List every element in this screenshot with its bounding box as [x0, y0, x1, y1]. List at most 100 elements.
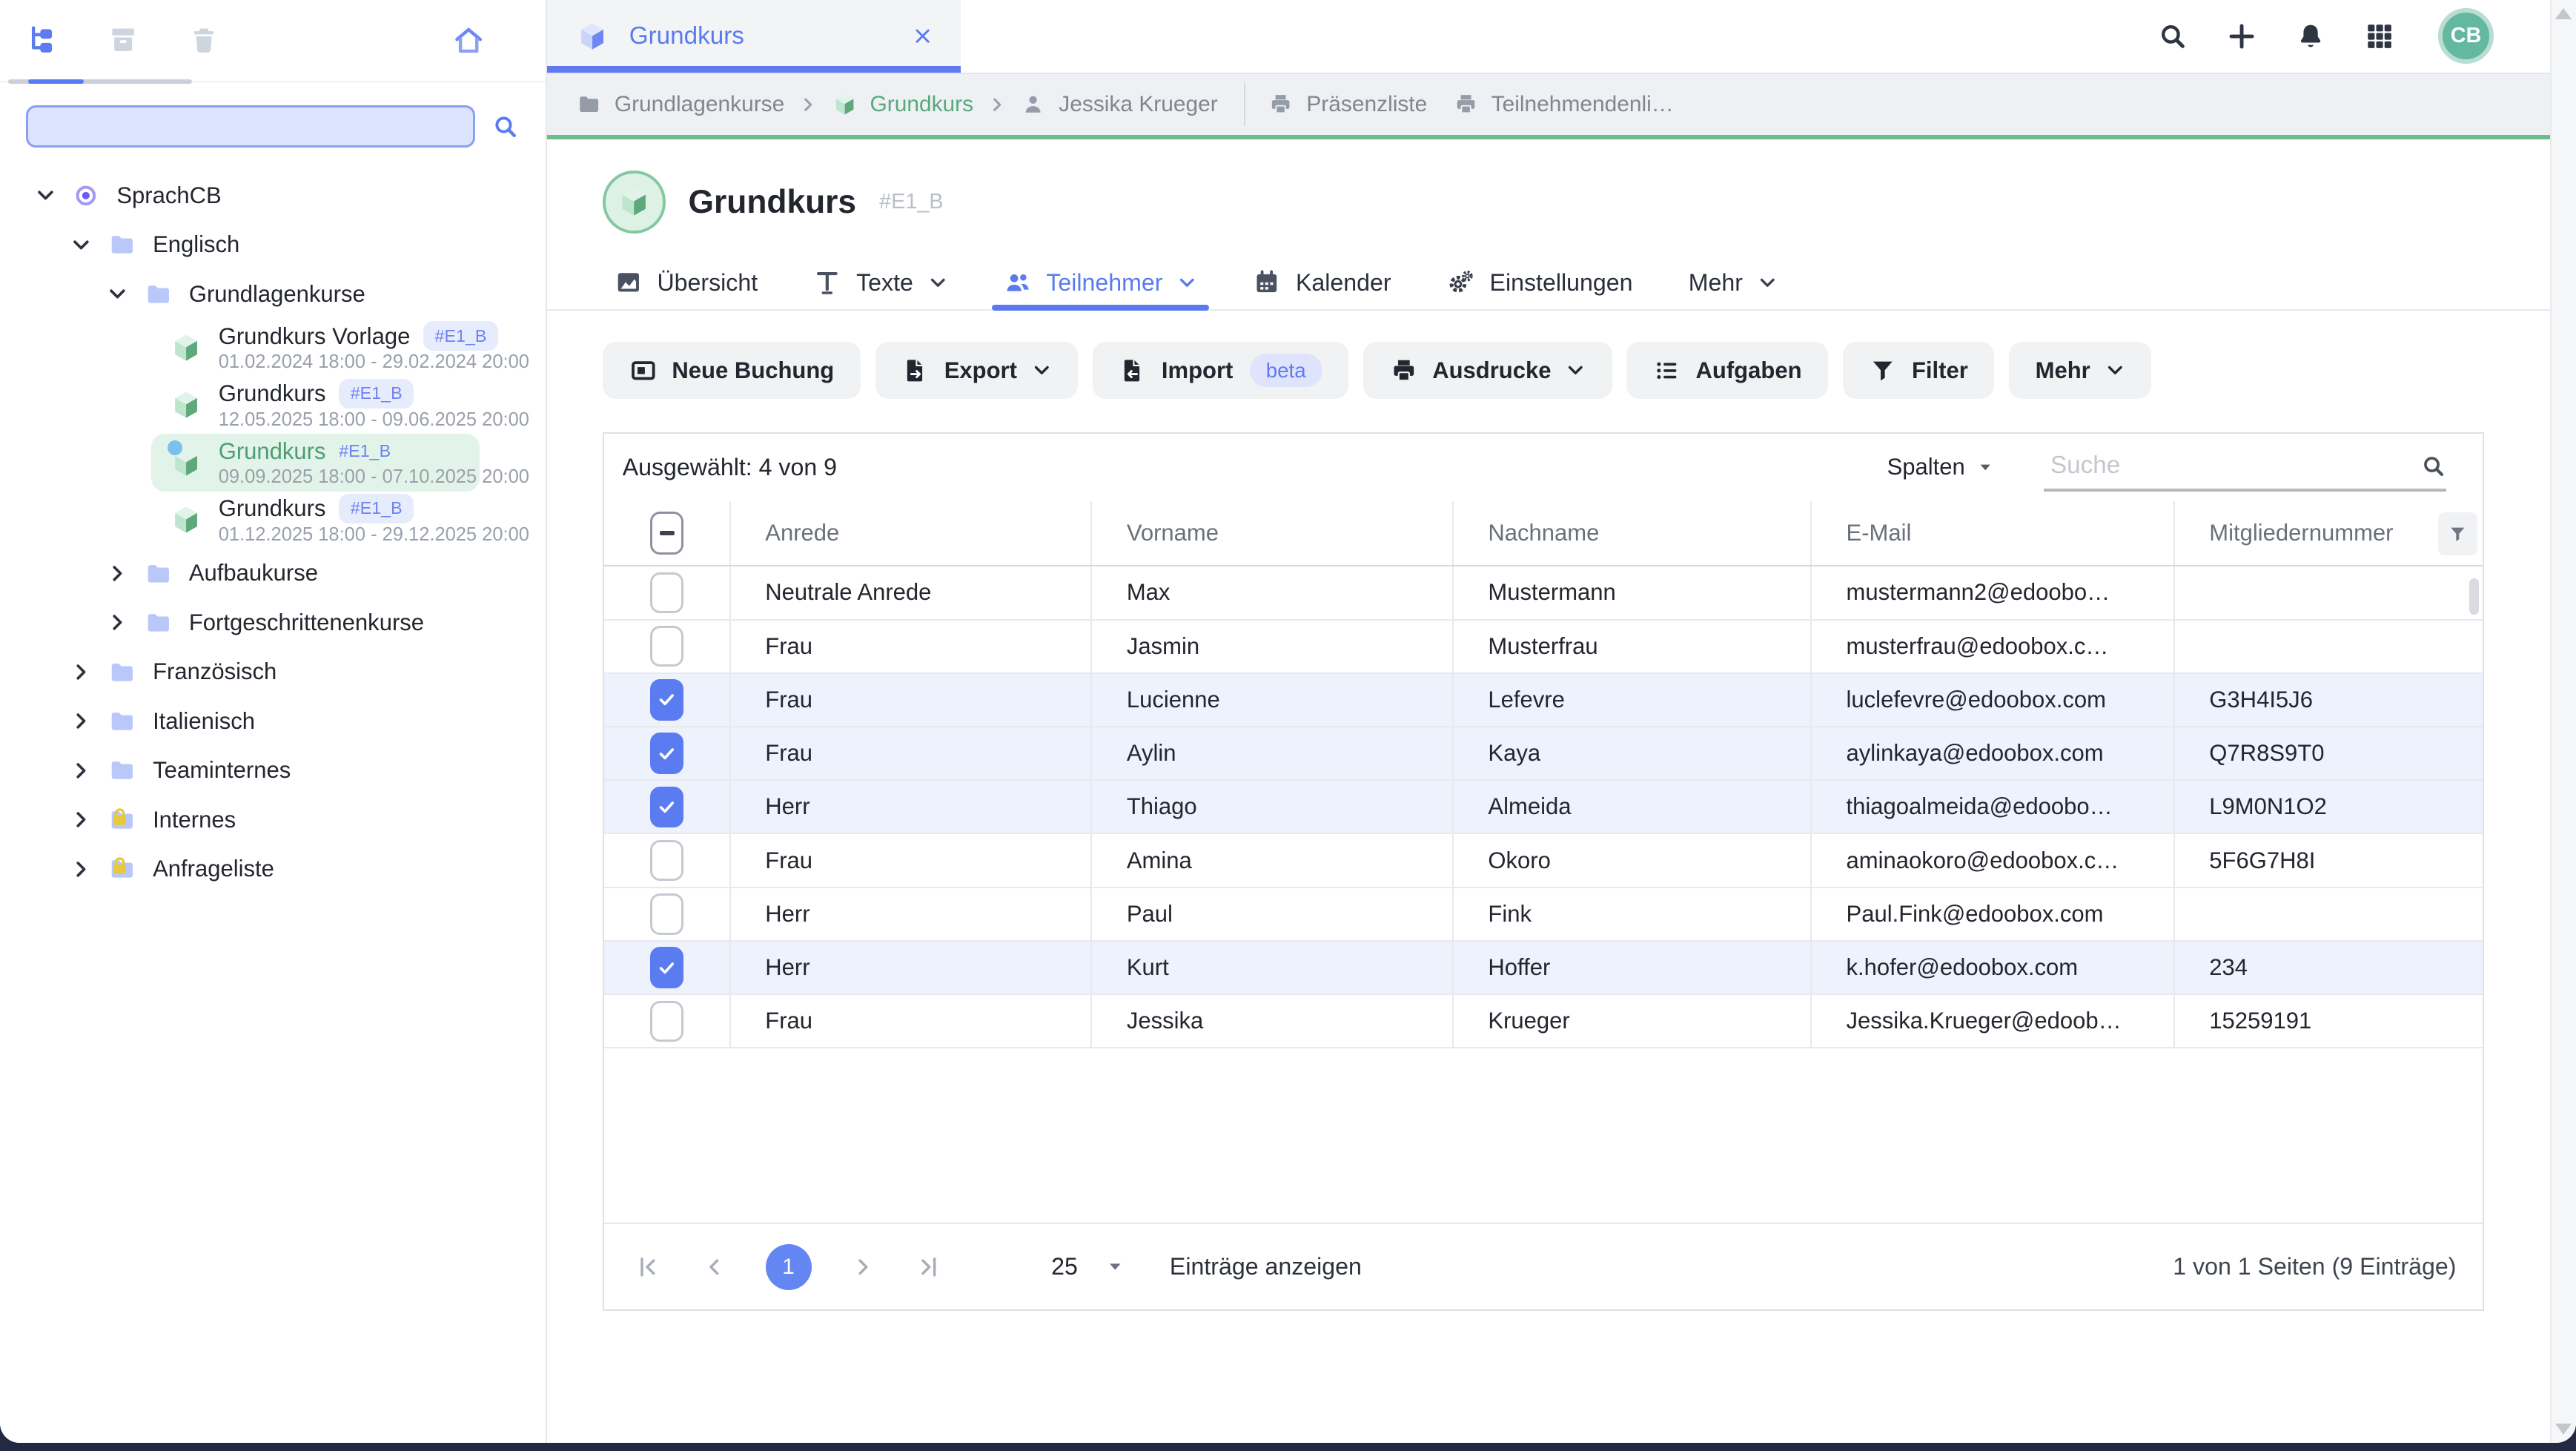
- tree-node-grundlagenkurse[interactable]: Grundlagenkurse: [0, 269, 546, 318]
- tree-node-englisch[interactable]: Englisch: [0, 220, 546, 269]
- next-page-icon[interactable]: [850, 1253, 878, 1281]
- column-filter-icon[interactable]: [2438, 512, 2477, 555]
- vertical-scrollbar[interactable]: [2550, 0, 2576, 1443]
- tree-node-franzoesisch[interactable]: Französisch: [0, 647, 546, 696]
- chevron-right-icon[interactable]: [70, 710, 92, 732]
- breadcrumb-item-grundkurs[interactable]: Grundkurs: [832, 92, 974, 117]
- course-dates: 01.12.2025 18:00 - 29.12.2025 20:00: [219, 523, 529, 546]
- cell-vorname: Jessika: [1090, 995, 1452, 1047]
- chevron-right-icon: [988, 96, 1006, 113]
- archive-icon[interactable]: [107, 24, 139, 56]
- mehr-button[interactable]: Mehr: [2009, 342, 2151, 400]
- chevron-down-icon[interactable]: [35, 185, 56, 206]
- chevron-right-icon[interactable]: [70, 661, 92, 683]
- row-checkbox[interactable]: [650, 840, 683, 881]
- tab-uebersicht[interactable]: Übersicht: [615, 254, 758, 310]
- table-row[interactable]: Neutrale Anrede Max Mustermann musterman…: [604, 566, 2483, 620]
- search-icon[interactable]: [2157, 21, 2188, 52]
- home-icon[interactable]: [452, 24, 485, 56]
- search-icon[interactable]: [491, 113, 520, 141]
- table-row[interactable]: Frau Jessika Krueger Jessika.Krueger@edo…: [604, 995, 2483, 1048]
- tree-node-aufbaukurse[interactable]: Aufbaukurse: [0, 549, 546, 598]
- export-button[interactable]: Export: [875, 342, 1078, 400]
- avatar[interactable]: CB: [2438, 8, 2494, 64]
- chevron-right-icon[interactable]: [107, 563, 128, 584]
- cell-nachname: Hoffer: [1452, 942, 1810, 994]
- add-icon[interactable]: [2226, 21, 2257, 52]
- current-page-button[interactable]: 1: [766, 1244, 812, 1290]
- tree-course-item-selected[interactable]: Grundkurs#E1_B 09.09.2025 18:00 - 07.10.…: [151, 434, 480, 492]
- row-checkbox[interactable]: [650, 572, 683, 613]
- scroll-up-arrow-icon[interactable]: [2555, 8, 2572, 19]
- column-header-anrede[interactable]: Anrede: [729, 501, 1091, 566]
- tree-node-internes[interactable]: Internes: [0, 796, 546, 845]
- filter-button[interactable]: Filter: [1843, 342, 1994, 400]
- tab-mehr[interactable]: Mehr: [1689, 254, 1778, 310]
- tree-course-item[interactable]: Grundkurs#E1_B 01.12.2025 18:00 - 29.12.…: [151, 492, 480, 549]
- aufgaben-button[interactable]: Aufgaben: [1626, 342, 1828, 400]
- open-document-tab[interactable]: Grundkurs: [547, 0, 961, 73]
- apps-grid-icon[interactable]: [2364, 21, 2395, 52]
- table-row[interactable]: Frau Jasmin Musterfrau musterfrau@edoobo…: [604, 621, 2483, 674]
- column-header-vorname[interactable]: Vorname: [1090, 501, 1452, 566]
- chevron-down-icon[interactable]: [70, 234, 92, 256]
- breadcrumb-item-jessika-krueger[interactable]: Jessika Krueger: [1021, 92, 1217, 117]
- column-header-mitgliedernummer[interactable]: Mitgliedernummer: [2173, 501, 2483, 566]
- search-icon[interactable]: [2420, 453, 2446, 479]
- notifications-bell-icon[interactable]: [2295, 21, 2326, 52]
- row-checkbox[interactable]: [650, 893, 683, 934]
- last-page-icon[interactable]: [915, 1253, 943, 1281]
- chevron-down-icon[interactable]: [107, 283, 128, 305]
- tree-node-fortgeschrittenenkurse[interactable]: Fortgeschrittenenkurse: [0, 598, 546, 647]
- tree-node-anfrageliste[interactable]: Anfrageliste: [0, 845, 546, 893]
- ausdrucke-button[interactable]: Ausdrucke: [1363, 342, 1612, 400]
- table-row[interactable]: Herr Paul Fink Paul.Fink@edoobox.com: [604, 888, 2483, 942]
- trash-icon[interactable]: [188, 24, 220, 56]
- select-all-checkbox[interactable]: [650, 512, 683, 555]
- table-row[interactable]: Frau Lucienne Lefevre luclefevre@edoobox…: [604, 674, 2483, 727]
- tree-node-italienisch[interactable]: Italienisch: [0, 697, 546, 746]
- breadcrumb-doc-teilnehmendenliste[interactable]: Teilnehmendenli…: [1454, 92, 1674, 117]
- tree-node-teaminternes[interactable]: Teaminternes: [0, 746, 546, 795]
- cell-mitgliedernummer: 5F6G7H8I: [2173, 834, 2483, 886]
- close-icon[interactable]: [910, 24, 935, 48]
- row-checkbox[interactable]: [650, 626, 683, 667]
- chevron-right-icon[interactable]: [70, 859, 92, 880]
- column-header-nachname[interactable]: Nachname: [1452, 501, 1810, 566]
- scroll-down-arrow-icon[interactable]: [2555, 1424, 2572, 1435]
- breadcrumb-item-grundlagenkurse[interactable]: Grundlagenkurse: [577, 92, 784, 117]
- tab-kalender[interactable]: Kalender: [1253, 254, 1391, 310]
- neue-buchung-button[interactable]: Neue Buchung: [603, 342, 860, 400]
- table-row[interactable]: Frau Aylin Kaya aylinkaya@edoobox.com Q7…: [604, 727, 2483, 781]
- tree-course-item[interactable]: Grundkurs Vorlage#E1_B 01.02.2024 18:00 …: [151, 319, 480, 377]
- tree-search-input[interactable]: [26, 105, 474, 148]
- row-checkbox[interactable]: [650, 1001, 683, 1042]
- row-checkbox[interactable]: [650, 947, 683, 988]
- previous-page-icon[interactable]: [700, 1253, 728, 1281]
- breadcrumb-doc-praesenzliste[interactable]: Präsenzliste: [1268, 92, 1427, 117]
- page-size-select[interactable]: 25: [1051, 1253, 1125, 1280]
- table-scrollbar-thumb[interactable]: [2469, 578, 2479, 615]
- tab-einstellungen[interactable]: Einstellungen: [1447, 254, 1633, 310]
- first-page-icon[interactable]: [634, 1253, 662, 1281]
- folder-tree: SprachCB Englisch Grundlagenkurse Grundk…: [0, 158, 546, 1443]
- columns-dropdown[interactable]: Spalten: [1887, 454, 1995, 480]
- row-checkbox[interactable]: [650, 787, 683, 827]
- tree-node-sprachcb[interactable]: SprachCB: [0, 171, 546, 219]
- tab-texte[interactable]: Texte: [813, 254, 947, 310]
- table-row[interactable]: Herr Kurt Hoffer k.hofer@edoobox.com 234: [604, 942, 2483, 995]
- table-search-input[interactable]: [2044, 452, 2420, 480]
- import-button[interactable]: Import beta: [1093, 342, 1348, 400]
- chevron-right-icon[interactable]: [107, 612, 128, 633]
- table-row[interactable]: Herr Thiago Almeida thiagoalmeida@edoobo…: [604, 781, 2483, 834]
- chevron-right-icon[interactable]: [70, 760, 92, 781]
- chevron-right-icon[interactable]: [70, 809, 92, 830]
- column-header-email[interactable]: E-Mail: [1810, 501, 2173, 566]
- tree-structure-icon[interactable]: [26, 24, 59, 56]
- tree-course-item[interactable]: Grundkurs#E1_B 12.05.2025 18:00 - 09.06.…: [151, 376, 480, 434]
- row-checkbox[interactable]: [650, 679, 683, 720]
- printer-icon: [1390, 357, 1418, 385]
- row-checkbox[interactable]: [650, 733, 683, 773]
- table-row[interactable]: Frau Amina Okoro aminaokoro@edoobox.c… 5…: [604, 834, 2483, 888]
- tab-teilnehmer[interactable]: Teilnehmer: [1004, 254, 1197, 310]
